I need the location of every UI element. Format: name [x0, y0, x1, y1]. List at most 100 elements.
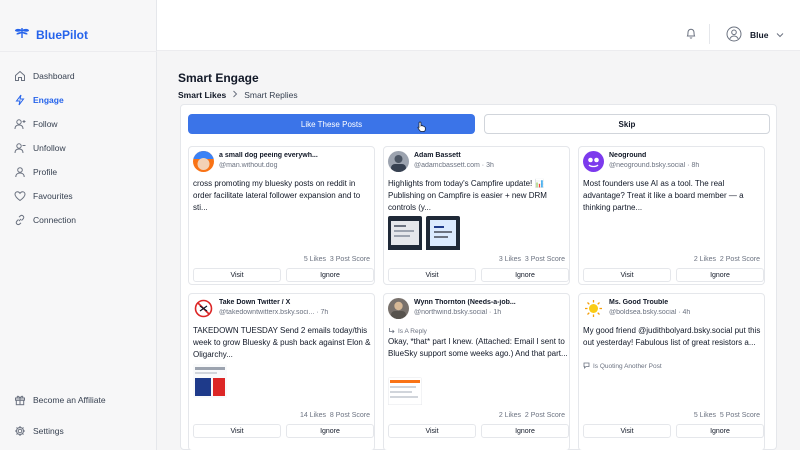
chevron-right-icon: [232, 90, 238, 100]
author-name: Neoground: [609, 152, 647, 159]
post-text: Most founders use AI as a tool. The real…: [583, 179, 744, 212]
post-stats: 2 Likes 2 Post Score: [499, 412, 565, 419]
likes-count: 2 Likes: [693, 256, 717, 263]
post-text: My good friend @judithbolyard.bsky.socia…: [583, 326, 761, 347]
author-name: Wynn Thornton (Needs-a-job...: [414, 299, 516, 306]
post-text: Okay, *that* part I knew. (Attached: Ema…: [388, 337, 568, 358]
gift-icon: [13, 394, 26, 407]
visit-button[interactable]: Visit: [388, 424, 476, 438]
post-stats: 2 Likes 2 Post Score: [694, 256, 760, 263]
user-avatar-icon: [726, 26, 742, 44]
post-media: [193, 364, 227, 403]
sidebar-item-settings[interactable]: Settings: [0, 419, 157, 443]
post-stats: 5 Likes 3 Post Score: [304, 256, 370, 263]
reply-tag-label: Is A Reply: [398, 328, 427, 335]
ignore-button[interactable]: Ignore: [676, 424, 764, 438]
breadcrumb-item[interactable]: Smart Likes: [178, 90, 226, 100]
skip-button[interactable]: Skip: [484, 114, 770, 134]
sidebar-item-profile[interactable]: Profile: [0, 160, 157, 184]
ignore-button[interactable]: Ignore: [481, 268, 569, 282]
author-name: Ms. Good Trouble: [609, 299, 669, 306]
breadcrumb: Smart Likes Smart Replies: [178, 90, 298, 100]
avatar: [388, 298, 409, 319]
reply-tag: Is A Reply: [388, 327, 427, 336]
post-card: Take Down Twitter / X @takedowntwitterx.…: [188, 293, 375, 450]
post-image[interactable]: [193, 364, 227, 403]
post-score: 3 Post Score: [524, 256, 565, 263]
avatar: [388, 151, 409, 172]
likes-count: 14 Likes: [299, 412, 327, 419]
user-icon: [13, 166, 26, 179]
sidebar-nav: Dashboard Engage Follow Unfollow Profile…: [0, 64, 157, 232]
post-text: cross promoting my bluesky posts on redd…: [193, 179, 361, 212]
author-name: Take Down Twitter / X: [219, 299, 291, 306]
mouse-pointer-icon: [417, 119, 426, 137]
post-score: 2 Post Score: [524, 412, 565, 419]
user-plus-icon: [13, 118, 26, 131]
ignore-button[interactable]: Ignore: [286, 268, 374, 282]
sidebar-item-favourites[interactable]: Favourites: [0, 184, 157, 208]
sidebar-item-affiliate[interactable]: Become an Affiliate: [0, 388, 157, 412]
post-card: Adam Bassett @adamcbassett.com · 3h High…: [383, 146, 570, 285]
visit-button[interactable]: Visit: [583, 424, 671, 438]
sidebar-item-label: Settings: [33, 426, 64, 436]
author-name: a small dog peeing everywh...: [219, 152, 318, 159]
posts-panel: Like These Posts Skip a small dog peeing…: [180, 104, 777, 450]
post-image[interactable]: [388, 377, 422, 410]
post-text: Highlights from today's Campfire update!…: [388, 179, 547, 212]
likes-count: 3 Likes: [498, 256, 522, 263]
sidebar-item-unfollow[interactable]: Unfollow: [0, 136, 157, 160]
user-minus-icon: [13, 142, 26, 155]
author-handle: @man.without.dog: [219, 162, 278, 169]
author-handle: @northwind.bsky.social · 1h: [414, 309, 502, 316]
brand-name: BluePilot: [36, 28, 89, 42]
visit-button[interactable]: Visit: [193, 268, 281, 282]
visit-button[interactable]: Visit: [193, 424, 281, 438]
ignore-button[interactable]: Ignore: [286, 424, 374, 438]
avatar: [583, 298, 604, 319]
quote-bubble-icon: [583, 362, 590, 371]
sidebar-bottom: Become an Affiliate Settings: [0, 388, 157, 443]
sidebar-item-connection[interactable]: Connection: [0, 208, 157, 232]
visit-button[interactable]: Visit: [583, 268, 671, 282]
post-media: [388, 377, 422, 410]
sidebar-item-dashboard[interactable]: Dashboard: [0, 64, 157, 88]
top-bar: Blue: [157, 0, 800, 51]
post-score: 3 Post Score: [329, 256, 370, 263]
author-handle: @adamcbassett.com · 3h: [414, 162, 494, 169]
post-stats: 3 Likes 3 Post Score: [499, 256, 565, 263]
reply-arrow-icon: [388, 327, 395, 336]
post-card: Ms. Good Trouble @boldsea.bsky.social · …: [578, 293, 765, 450]
divider: [0, 51, 157, 52]
bell-icon[interactable]: [685, 27, 697, 45]
chevron-down-icon: [776, 30, 784, 40]
heart-icon: [13, 190, 26, 203]
post-score: 2 Post Score: [719, 256, 760, 263]
ignore-button[interactable]: Ignore: [676, 268, 764, 282]
visit-button[interactable]: Visit: [388, 268, 476, 282]
sidebar-item-label: Dashboard: [33, 71, 75, 81]
home-icon: [13, 70, 26, 83]
author-name: Adam Bassett: [414, 152, 461, 159]
ignore-button[interactable]: Ignore: [481, 424, 569, 438]
like-these-posts-button[interactable]: Like These Posts: [188, 114, 475, 134]
sidebar-item-label: Connection: [33, 215, 77, 225]
sidebar-item-follow[interactable]: Follow: [0, 112, 157, 136]
breadcrumb-item[interactable]: Smart Replies: [244, 90, 297, 100]
user-name: Blue: [750, 30, 769, 40]
author-handle: @neoground.bsky.social · 8h: [609, 162, 700, 169]
user-menu[interactable]: Blue: [726, 26, 784, 44]
post-image[interactable]: [426, 216, 460, 255]
sidebar-item-engage[interactable]: Engage: [0, 88, 157, 112]
avatar: [583, 151, 604, 172]
divider: [709, 24, 710, 44]
link-icon: [13, 214, 26, 227]
post-card: Wynn Thornton (Needs-a-job... @northwind…: [383, 293, 570, 450]
likes-count: 5 Likes: [303, 256, 327, 263]
post-image[interactable]: [388, 216, 422, 255]
brand[interactable]: BluePilot: [14, 26, 88, 44]
page-title: Smart Engage: [178, 71, 259, 85]
post-score: 5 Post Score: [719, 412, 760, 419]
post-card: a small dog peeing everywh... @man.witho…: [188, 146, 375, 285]
post-stats: 5 Likes 5 Post Score: [694, 412, 760, 419]
